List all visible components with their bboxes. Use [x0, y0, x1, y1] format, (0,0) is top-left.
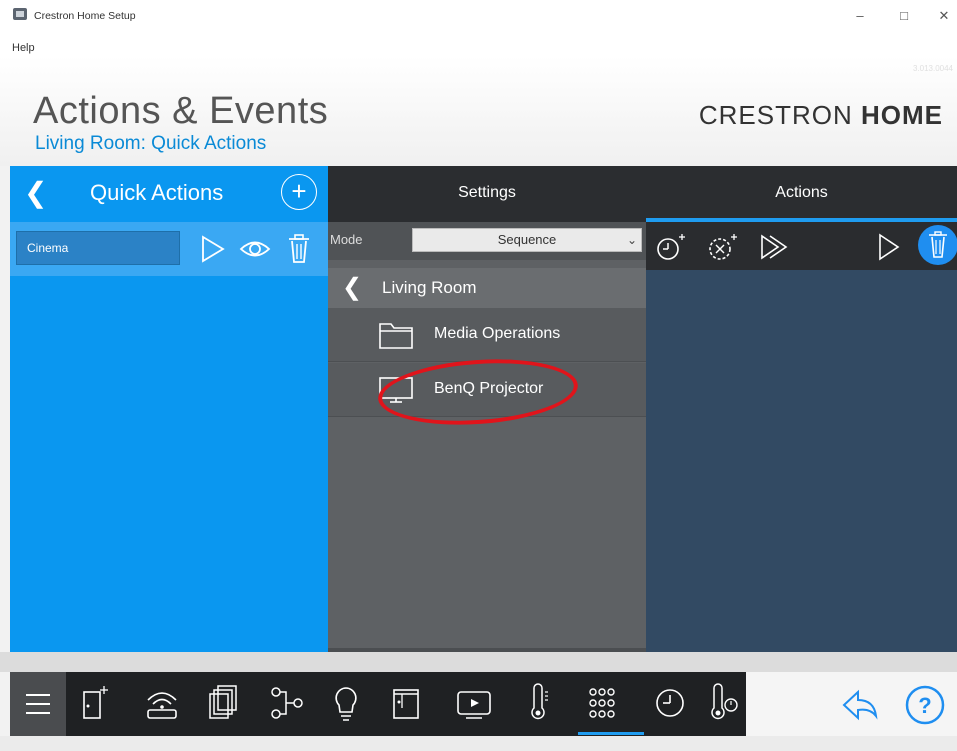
- actions-panel: Actions: [646, 166, 957, 652]
- clock-icon[interactable]: [646, 672, 694, 736]
- pages-icon[interactable]: [198, 672, 246, 736]
- add-timer-icon[interactable]: [706, 232, 740, 262]
- brand-bold: HOME: [861, 100, 943, 130]
- quick-actions-panel: ❮ Quick Actions + Cinema: [10, 166, 328, 652]
- back-chevron-icon[interactable]: ❮: [24, 176, 47, 209]
- quick-action-row[interactable]: Cinema: [10, 222, 328, 276]
- menubar: Help: [0, 42, 957, 56]
- add-room-icon[interactable]: [70, 672, 118, 736]
- maximize-icon[interactable]: □: [894, 6, 914, 26]
- network-icon[interactable]: [138, 672, 186, 736]
- svg-text:?: ?: [918, 693, 931, 718]
- play-icon[interactable]: [200, 233, 226, 265]
- quick-actions-header: ❮ Quick Actions +: [10, 166, 328, 220]
- window-title: Crestron Home Setup: [34, 10, 136, 22]
- window-bottom-edge: [0, 736, 957, 751]
- help-icon[interactable]: ?: [904, 684, 946, 726]
- trash-icon: [929, 231, 947, 258]
- brand-light: CRESTRON: [698, 100, 853, 130]
- minimize-icon[interactable]: –: [850, 6, 870, 26]
- mode-select-value: Sequence: [497, 232, 557, 247]
- quick-action-name-field[interactable]: Cinema: [16, 231, 180, 265]
- breadcrumb-label: Living Room: [382, 278, 477, 297]
- actions-tab[interactable]: Actions: [646, 166, 957, 222]
- quick-actions-title: Quick Actions: [90, 180, 224, 205]
- chevron-down-icon: ⌄: [626, 233, 637, 247]
- back-arrow-icon[interactable]: [840, 688, 880, 722]
- lightbulb-icon[interactable]: [322, 672, 370, 736]
- sensor-icon[interactable]: [698, 672, 746, 736]
- actions-toolbar: [646, 222, 957, 270]
- fast-forward-icon[interactable]: [758, 232, 792, 262]
- list-item-label: Media Operations: [434, 325, 561, 342]
- play-icon[interactable]: [876, 232, 902, 262]
- menu-button[interactable]: [10, 672, 66, 736]
- hamburger-icon: [26, 694, 50, 714]
- shades-icon[interactable]: [382, 672, 430, 736]
- media-icon[interactable]: [450, 672, 498, 736]
- version-label: 3.013.0044: [912, 64, 953, 73]
- scenes-icon[interactable]: [262, 672, 310, 736]
- mode-select[interactable]: Sequence ⌄: [412, 228, 642, 252]
- delete-action-button[interactable]: [918, 225, 957, 265]
- bottom-divider: [0, 652, 957, 672]
- app-icon: [13, 8, 27, 20]
- window-titlebar: Crestron Home Setup – □ ✕: [0, 0, 957, 42]
- breadcrumb[interactable]: ❮ Living Room: [328, 268, 646, 308]
- add-delay-icon[interactable]: [654, 232, 688, 262]
- settings-tab-label: Settings: [458, 184, 516, 201]
- settings-tab[interactable]: Settings: [328, 166, 646, 222]
- eye-icon[interactable]: [238, 233, 272, 265]
- menu-help[interactable]: Help: [12, 42, 35, 54]
- actions-tab-label: Actions: [775, 184, 828, 201]
- folder-icon: [379, 323, 413, 349]
- mode-label: Mode: [330, 232, 363, 247]
- brand-logo: CRESTRON HOME: [699, 100, 943, 131]
- mode-row: Mode Sequence ⌄: [328, 222, 646, 260]
- close-icon[interactable]: ✕: [934, 6, 954, 26]
- keypad-icon[interactable]: [578, 672, 626, 736]
- add-quick-action-button[interactable]: +: [281, 174, 317, 210]
- bottom-nav: [66, 672, 746, 736]
- page-subtitle: Living Room: Quick Actions: [35, 133, 267, 154]
- back-chevron-icon[interactable]: ❮: [342, 273, 362, 302]
- active-nav-indicator: [578, 732, 644, 735]
- page-header: 3.013.0044 Actions & Events Living Room:…: [0, 56, 957, 166]
- list-item-media-operations[interactable]: Media Operations: [328, 308, 646, 362]
- page-title: Actions & Events: [33, 90, 329, 132]
- trash-icon[interactable]: [286, 233, 312, 265]
- thermometer-icon[interactable]: [514, 672, 562, 736]
